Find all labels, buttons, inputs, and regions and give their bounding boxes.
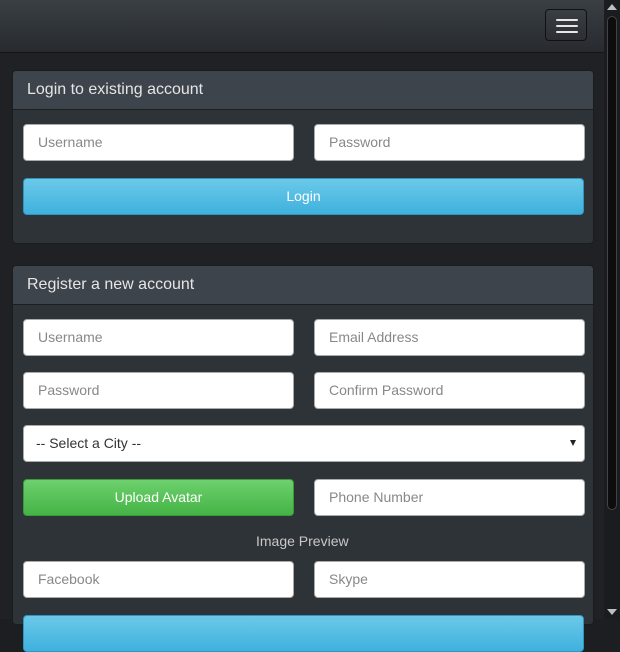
register-panel-title: Register a new account xyxy=(13,266,593,305)
register-email-field[interactable] xyxy=(314,319,585,356)
register-password-field[interactable] xyxy=(23,372,294,409)
login-password-field[interactable] xyxy=(314,124,585,161)
facebook-field[interactable] xyxy=(23,561,294,598)
register-confirm-password-input[interactable] xyxy=(327,381,563,399)
facebook-input[interactable] xyxy=(36,570,272,588)
app-frame: Login to existing account Login Register… xyxy=(0,0,620,652)
phone-number-field[interactable] xyxy=(314,479,585,516)
skype-field[interactable] xyxy=(314,561,585,598)
login-button[interactable]: Login xyxy=(23,178,584,215)
menu-toggle-button[interactable] xyxy=(545,9,587,41)
page-scrollbar[interactable] xyxy=(604,0,620,619)
login-password-input[interactable] xyxy=(327,133,563,151)
login-panel: Login to existing account Login xyxy=(12,70,594,244)
image-preview-label: Image Preview xyxy=(256,533,349,549)
phone-number-input[interactable] xyxy=(327,488,563,506)
register-button[interactable] xyxy=(23,615,584,652)
login-username-input[interactable] xyxy=(36,133,272,151)
skype-input[interactable] xyxy=(327,570,563,588)
register-username-field[interactable] xyxy=(23,319,294,356)
register-password-input[interactable] xyxy=(36,381,272,399)
caret-down-icon xyxy=(570,440,576,446)
city-select[interactable]: -- Select a City -- xyxy=(23,425,585,462)
scroll-down-icon[interactable] xyxy=(607,609,617,615)
register-username-input[interactable] xyxy=(36,328,272,346)
city-select-value: -- Select a City -- xyxy=(36,435,142,451)
navbar xyxy=(0,0,604,53)
scroll-up-icon[interactable] xyxy=(607,4,617,10)
register-email-input[interactable] xyxy=(327,328,563,346)
scrollbar-thumb[interactable] xyxy=(607,16,617,510)
login-panel-title: Login to existing account xyxy=(13,71,593,110)
register-confirm-password-field[interactable] xyxy=(314,372,585,409)
upload-avatar-button[interactable]: Upload Avatar xyxy=(23,479,294,516)
login-username-field[interactable] xyxy=(23,124,294,161)
register-panel: Register a new account -- Select a City … xyxy=(12,265,594,652)
